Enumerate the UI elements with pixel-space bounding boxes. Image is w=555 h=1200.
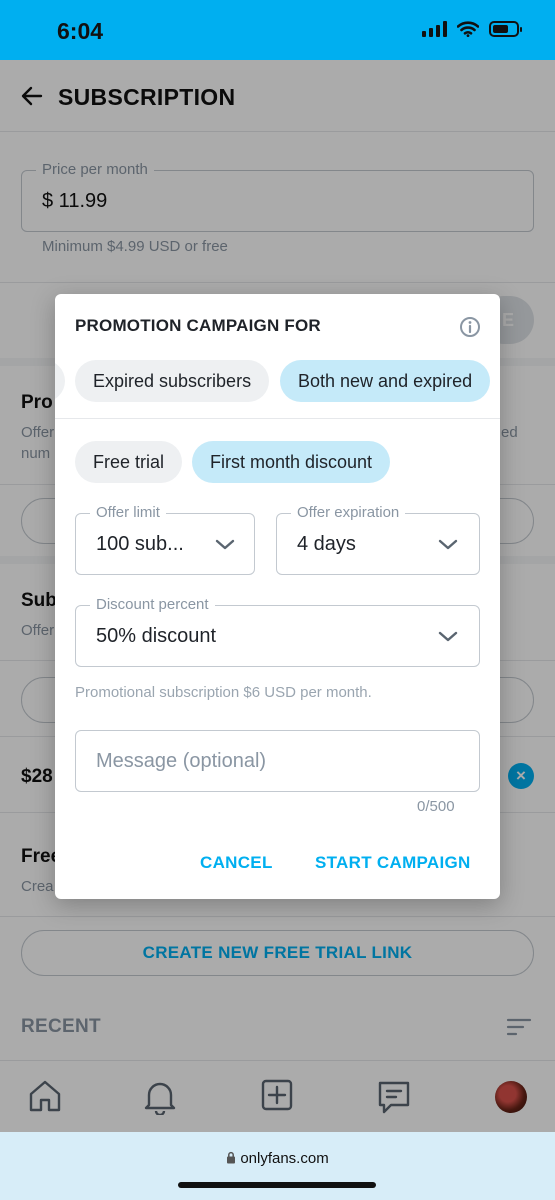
info-icon[interactable]: [459, 316, 481, 338]
type-chip-first-month-discount[interactable]: First month discount: [192, 441, 391, 483]
home-indicator[interactable]: [178, 1182, 376, 1188]
dialog-title: PROMOTION CAMPAIGN FOR: [75, 316, 321, 335]
chevron-down-icon: [438, 539, 458, 550]
dialog-divider: [55, 418, 500, 419]
message-input[interactable]: Message (optional): [75, 730, 480, 792]
promotion-campaign-dialog: PROMOTION CAMPAIGN FOR Expired subscribe…: [55, 294, 500, 899]
discount-percent-value: 50% discount: [96, 625, 217, 647]
message-character-counter: 0/500: [417, 798, 455, 815]
offer-limit-value: 100 sub...: [96, 533, 184, 555]
discount-percent-label: Discount percent: [90, 596, 215, 613]
offer-limit-label: Offer limit: [90, 504, 166, 521]
chevron-down-icon: [215, 539, 235, 550]
message-placeholder: Message (optional): [96, 750, 267, 772]
chevron-down-icon: [438, 631, 458, 642]
offer-expiration-label: Offer expiration: [291, 504, 406, 521]
type-chip-free-trial[interactable]: Free trial: [75, 441, 183, 483]
offer-expiration-value: 4 days: [297, 533, 356, 555]
discount-percent-select[interactable]: Discount percent 50% discount: [75, 596, 480, 667]
audience-chip-new-subscribers[interactable]: [55, 360, 65, 402]
status-icons: [422, 21, 522, 37]
status-time: 6:04: [57, 18, 104, 44]
lock-icon: [227, 1151, 236, 1164]
audience-chip-both-new-and-expired[interactable]: Both new and expired: [280, 360, 491, 402]
browser-address-bar[interactable]: onlyfans.com: [0, 1132, 555, 1200]
cellular-signal-icon: [422, 21, 447, 37]
status-bar: 6:04: [0, 0, 555, 60]
promotional-price-note: Promotional subscription $6 USD per mont…: [75, 684, 372, 701]
battery-icon: [489, 21, 522, 37]
wifi-icon: [457, 21, 479, 37]
url-display: onlyfans.com: [0, 1150, 555, 1167]
audience-chip-expired-subscribers[interactable]: Expired subscribers: [75, 360, 270, 402]
start-campaign-button[interactable]: START CAMPAIGN: [315, 853, 471, 873]
url-text: onlyfans.com: [240, 1150, 329, 1167]
cancel-button[interactable]: CANCEL: [200, 853, 273, 873]
offer-limit-select[interactable]: Offer limit 100 sub...: [75, 504, 255, 575]
offer-expiration-select[interactable]: Offer expiration 4 days: [276, 504, 480, 575]
